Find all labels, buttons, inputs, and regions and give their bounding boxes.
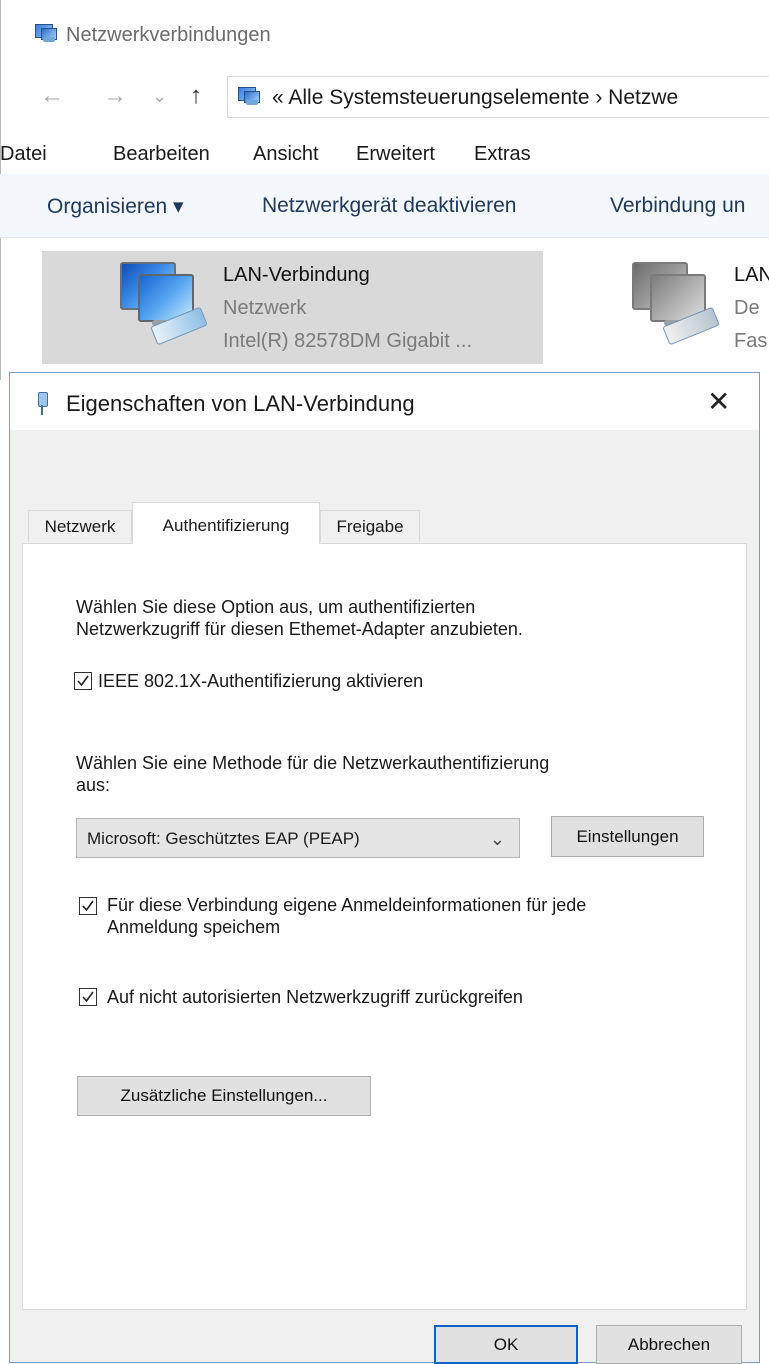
fallback-access-label[interactable]: Auf nicht autorisierten Netzwerkzugriff … <box>107 986 523 1008</box>
command-bar: Organisieren ▾ Netzwerkgerät deaktiviere… <box>0 174 769 238</box>
network-connections-icon <box>33 24 57 44</box>
auth-method-value: Microsoft: Geschütztes EAP (PEAP) <box>87 829 360 848</box>
fallback-access-checkbox[interactable] <box>79 988 97 1006</box>
address-bar-row: ← → ⌄ ↑ « Alle Systemsteuerungselemente … <box>0 72 769 120</box>
tab-netzwerk[interactable]: Netzwerk <box>28 510 132 542</box>
explorer-window: Netzwerkverbindungen ← → ⌄ ↑ « Alle Syst… <box>0 0 769 380</box>
back-arrow-icon[interactable]: ← <box>40 82 64 110</box>
dialog-body: Netzwerk Authentifizierung Freigabe Wähl… <box>10 430 759 1364</box>
ok-button[interactable]: OK <box>434 1325 578 1364</box>
connection-name: LAN-Verbindung <box>223 264 370 286</box>
authentication-panel: Wählen Sie diese Option aus, um authenti… <box>22 543 747 1310</box>
menu-extras[interactable]: Extras <box>474 143 531 166</box>
dialog-title: Eigenschaften von LAN-Verbindung <box>66 391 415 416</box>
remember-credentials-checkbox[interactable] <box>79 897 97 915</box>
address-path[interactable]: « Alle Systemsteuerungselemente › Netzwe <box>272 86 678 110</box>
menu-ansicht[interactable]: Ansicht <box>253 143 319 166</box>
tab-netzwerk-label: Netzwerk <box>44 517 116 536</box>
menu-datei[interactable]: Datei <box>0 143 47 166</box>
recent-locations-chevron-icon[interactable]: ⌄ <box>152 86 167 107</box>
cancel-button[interactable]: Abbrechen <box>596 1325 742 1364</box>
chevron-down-icon: ⌄ <box>489 829 505 849</box>
tab-freigabe[interactable]: Freigabe <box>320 510 420 542</box>
lan-connection-2-icon[interactable] <box>624 256 720 346</box>
menu-bearbeiten[interactable]: Bearbeiten <box>113 143 210 166</box>
connection-2-name[interactable]: LAN <box>734 264 769 287</box>
lan-connection-icon <box>112 256 208 346</box>
tab-authentifizierung[interactable]: Authentifizierung <box>132 502 320 544</box>
connection-2-status: De <box>734 297 760 319</box>
connection-2-device: Fas <box>734 330 768 352</box>
intro-line-1: Wählen Sie diese Option aus, um authenti… <box>76 597 476 617</box>
organize-button[interactable]: Organisieren ▾ <box>47 194 184 219</box>
remember-credentials-line-1[interactable]: Für diese Verbindung eigene Anmeldeinfor… <box>107 894 586 916</box>
tab-authentifizierung-label: Authentifizierung <box>162 516 290 535</box>
properties-dialog: Eigenschaften von LAN-Verbindung ✕ Netzw… <box>9 372 760 1364</box>
enable-8021x-checkbox[interactable] <box>74 672 92 690</box>
method-label-line-2: aus: <box>76 775 111 795</box>
network-adapter-icon <box>35 392 49 416</box>
tab-freigabe-label: Freigabe <box>336 517 404 536</box>
up-arrow-icon[interactable]: ↑ <box>190 82 202 110</box>
forward-arrow-icon[interactable]: → <box>103 82 127 110</box>
close-icon[interactable]: ✕ <box>707 385 730 418</box>
menu-erweitert[interactable]: Erweitert <box>356 143 435 166</box>
remember-credentials-line-2[interactable]: Anmeldung speichem <box>107 916 280 938</box>
connect-button[interactable]: Verbindung un <box>610 194 745 218</box>
settings-button[interactable]: Einstellungen <box>551 816 704 857</box>
method-label-line-1: Wählen Sie eine Methode für die Netzwerk… <box>76 753 550 773</box>
address-box[interactable]: « Alle Systemsteuerungselemente › Netzwe <box>227 76 769 118</box>
additional-settings-button[interactable]: Zusätzliche Einstellungen... <box>77 1076 371 1116</box>
window-title: Netzwerkverbindungen <box>66 24 271 46</box>
enable-8021x-label[interactable]: IEEE 802.1X-Authentifizierung aktivieren <box>98 670 423 692</box>
intro-line-2: Netzwerkzugriff für diesen Ethemet-Adapt… <box>76 619 523 639</box>
control-panel-icon <box>236 87 260 107</box>
connection-status: Netzwerk <box>223 297 307 319</box>
connection-device: Intel(R) 82578DM Gigabit ... <box>223 330 472 352</box>
disable-device-button[interactable]: Netzwerkgerät deaktivieren <box>262 194 516 218</box>
auth-method-dropdown[interactable]: Microsoft: Geschütztes EAP (PEAP) ⌄ <box>76 818 520 858</box>
